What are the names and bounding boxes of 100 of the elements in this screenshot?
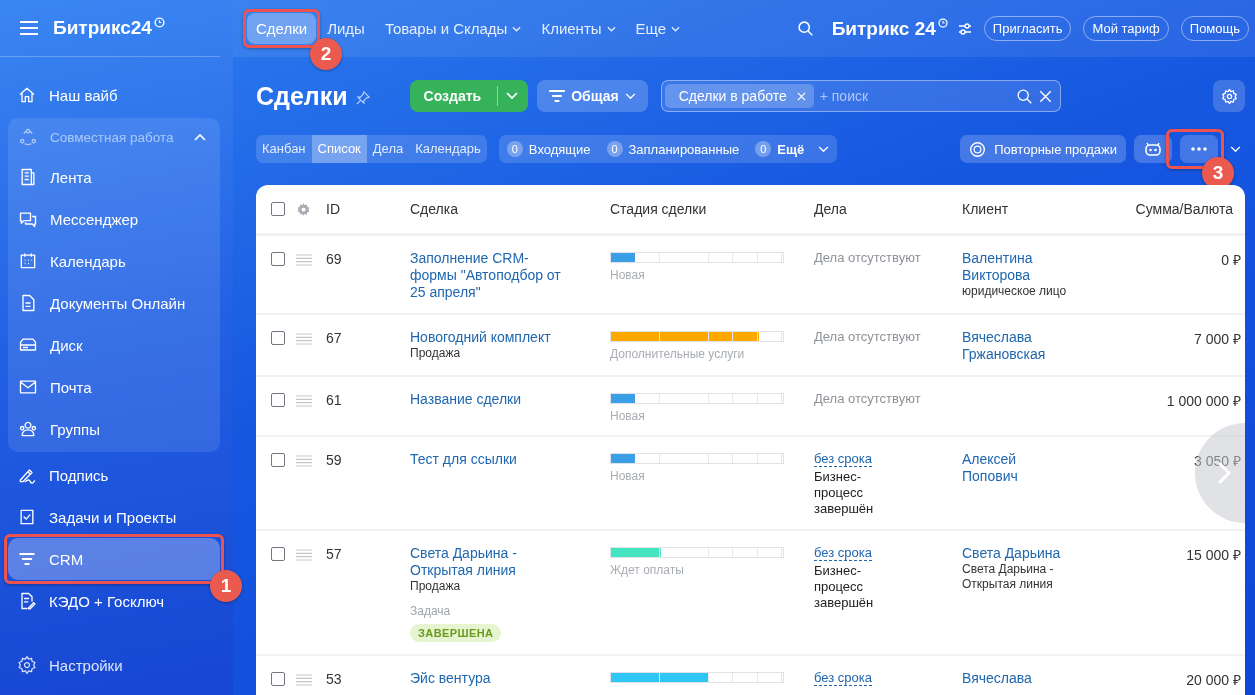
calendar-icon bbox=[18, 251, 38, 271]
column-header[interactable]: Сделка bbox=[410, 201, 610, 217]
close-icon[interactable] bbox=[1038, 89, 1052, 103]
sidebar-item[interactable]: Почта bbox=[8, 366, 220, 408]
filter-button[interactable]: Общая bbox=[537, 80, 648, 112]
amount-cell: 7 000 ₽ bbox=[1194, 331, 1241, 347]
checkbox[interactable] bbox=[271, 672, 285, 686]
stage-label: Новая bbox=[610, 409, 645, 423]
settings-icon[interactable] bbox=[296, 201, 311, 217]
step-number-badge: 2 bbox=[310, 38, 343, 70]
search-icon[interactable] bbox=[796, 20, 814, 37]
settings-icon bbox=[17, 655, 37, 675]
drag-handle-icon[interactable] bbox=[296, 254, 312, 266]
column-header[interactable]: Дела bbox=[814, 201, 962, 217]
more-icon bbox=[1191, 147, 1207, 151]
checkbox[interactable] bbox=[271, 331, 285, 345]
deal-link[interactable]: Света Дарьина - Открытая линия bbox=[410, 545, 574, 579]
deal-link[interactable]: Новогодний комплект bbox=[410, 329, 551, 346]
checkbox[interactable] bbox=[271, 453, 285, 467]
drag-handle-icon[interactable] bbox=[296, 333, 312, 345]
sidebar-item[interactable]: Задачи и Проекты bbox=[8, 496, 220, 538]
sidebar-item[interactable]: Календарь bbox=[8, 240, 220, 282]
settings-button[interactable] bbox=[1213, 80, 1245, 112]
deadline-link[interactable]: без срока bbox=[814, 670, 872, 686]
sidebar-item[interactable]: Наш вайб bbox=[8, 74, 220, 116]
id-cell: 67 bbox=[326, 330, 342, 346]
client-link[interactable]: Алексей Попович bbox=[962, 451, 1072, 485]
drag-handle-icon[interactable] bbox=[296, 455, 312, 467]
view-tab[interactable]: Канбан bbox=[256, 135, 312, 163]
pin-icon[interactable] bbox=[355, 91, 370, 105]
client-link[interactable]: Света Дарьина bbox=[962, 545, 1061, 562]
checkbox[interactable] bbox=[271, 547, 285, 561]
nav-tab[interactable]: Клиенты bbox=[532, 13, 625, 44]
nav-tab[interactable]: Еще bbox=[626, 13, 690, 44]
activity-text: Дела отсутствуют bbox=[814, 329, 921, 344]
search-field[interactable]: Сделки в работе + поиск bbox=[660, 80, 1061, 112]
activity-note: Бизнес-процесс завершён bbox=[814, 469, 875, 517]
column-header[interactable]: Клиент bbox=[962, 201, 1108, 217]
sidebar-item[interactable]: Документы Онлайн bbox=[8, 282, 220, 324]
stage-label: Ждет оплаты bbox=[610, 563, 684, 577]
client-note: Света Дарьина - Открытая линия bbox=[962, 562, 1055, 592]
deal-link[interactable]: Эйс вентура bbox=[410, 670, 491, 687]
drag-handle-icon[interactable] bbox=[296, 549, 312, 561]
view-tab[interactable]: Календарь bbox=[409, 135, 487, 163]
amount-cell: 3 050 ₽ bbox=[1194, 453, 1241, 469]
repeat-sales-button[interactable]: Повторные продажи bbox=[960, 135, 1126, 163]
deal-link[interactable]: Заполнение CRM-формы "Автоподбор от 25 апреля" bbox=[410, 250, 574, 301]
view-tab[interactable]: Дела bbox=[366, 135, 410, 163]
deadline-link[interactable]: без срока bbox=[814, 451, 872, 467]
amount-cell: 15 000 ₽ bbox=[1186, 547, 1241, 563]
checkbox[interactable] bbox=[271, 252, 285, 266]
nav-tab[interactable]: Сделки bbox=[247, 13, 317, 44]
logo[interactable]: Битрикс 24 bbox=[831, 17, 936, 40]
checkbox[interactable] bbox=[271, 393, 285, 407]
amount-cell: 20 000 ₽ bbox=[1186, 672, 1241, 688]
search-icon[interactable] bbox=[1015, 87, 1033, 105]
activity-note: Бизнес-процесс завершён bbox=[814, 563, 875, 611]
client-link[interactable]: Вячеслава Гржановская bbox=[962, 329, 1072, 363]
caret-icon bbox=[624, 92, 636, 100]
deal-link[interactable]: Название сделки bbox=[410, 391, 522, 408]
amount-cell: 0 ₽ bbox=[1221, 252, 1241, 268]
robot-button[interactable] bbox=[1134, 135, 1172, 163]
drag-handle-icon[interactable] bbox=[296, 395, 312, 407]
sidebar-item[interactable]: Мессенджер bbox=[8, 198, 220, 240]
more-button[interactable] bbox=[1180, 135, 1218, 163]
view-tab[interactable]: Список bbox=[311, 135, 367, 163]
sidebar-item[interactable]: Подпись bbox=[8, 454, 220, 496]
nav-tab[interactable]: Товары и Склады bbox=[375, 13, 531, 44]
counter-filter[interactable]: 0 Входящие bbox=[506, 141, 599, 157]
column-header[interactable]: ID bbox=[326, 201, 410, 217]
counter-filter[interactable]: 0 Запланированные bbox=[606, 141, 748, 157]
deal-type: Продажа bbox=[410, 346, 461, 361]
filter-chip[interactable]: Сделки в работе bbox=[664, 84, 814, 108]
sliders-icon[interactable] bbox=[957, 22, 972, 35]
column-header[interactable]: Сумма/Валюта bbox=[1108, 201, 1245, 217]
sidebar-item[interactable]: Группы bbox=[8, 408, 220, 450]
menu-icon[interactable] bbox=[19, 20, 39, 36]
checkbox[interactable] bbox=[271, 202, 285, 216]
counter-filter[interactable]: 0 Ещё bbox=[755, 141, 830, 157]
client-link[interactable]: Вячеслава bbox=[962, 670, 1032, 687]
client-link[interactable]: Валентина Викторова bbox=[962, 250, 1072, 284]
stage-progress-bar[interactable] bbox=[610, 393, 784, 404]
settings-link[interactable]: Настройки bbox=[0, 643, 233, 687]
stage-progress-bar[interactable] bbox=[610, 252, 784, 263]
close-icon[interactable] bbox=[796, 91, 806, 101]
sidebar-item[interactable]: CRM bbox=[8, 538, 220, 580]
column-header[interactable]: Стадия сделки bbox=[610, 201, 814, 217]
sidebar-item[interactable]: Диск bbox=[8, 324, 220, 366]
stage-progress-bar[interactable] bbox=[610, 331, 784, 342]
drag-handle-icon[interactable] bbox=[296, 674, 312, 686]
logo[interactable]: Битрикс24 bbox=[53, 17, 152, 39]
stage-progress-bar[interactable] bbox=[610, 672, 784, 683]
home-icon bbox=[17, 85, 37, 105]
funnel-icon bbox=[549, 89, 566, 103]
stage-progress-bar[interactable] bbox=[610, 453, 784, 464]
sidebar-item[interactable]: Лента bbox=[8, 156, 220, 198]
deadline-link[interactable]: без срока bbox=[814, 545, 872, 561]
deal-link[interactable]: Тест для ссылки bbox=[410, 451, 517, 468]
create-button[interactable]: Создать bbox=[409, 80, 529, 112]
step-number-badge: 1 bbox=[210, 570, 242, 602]
